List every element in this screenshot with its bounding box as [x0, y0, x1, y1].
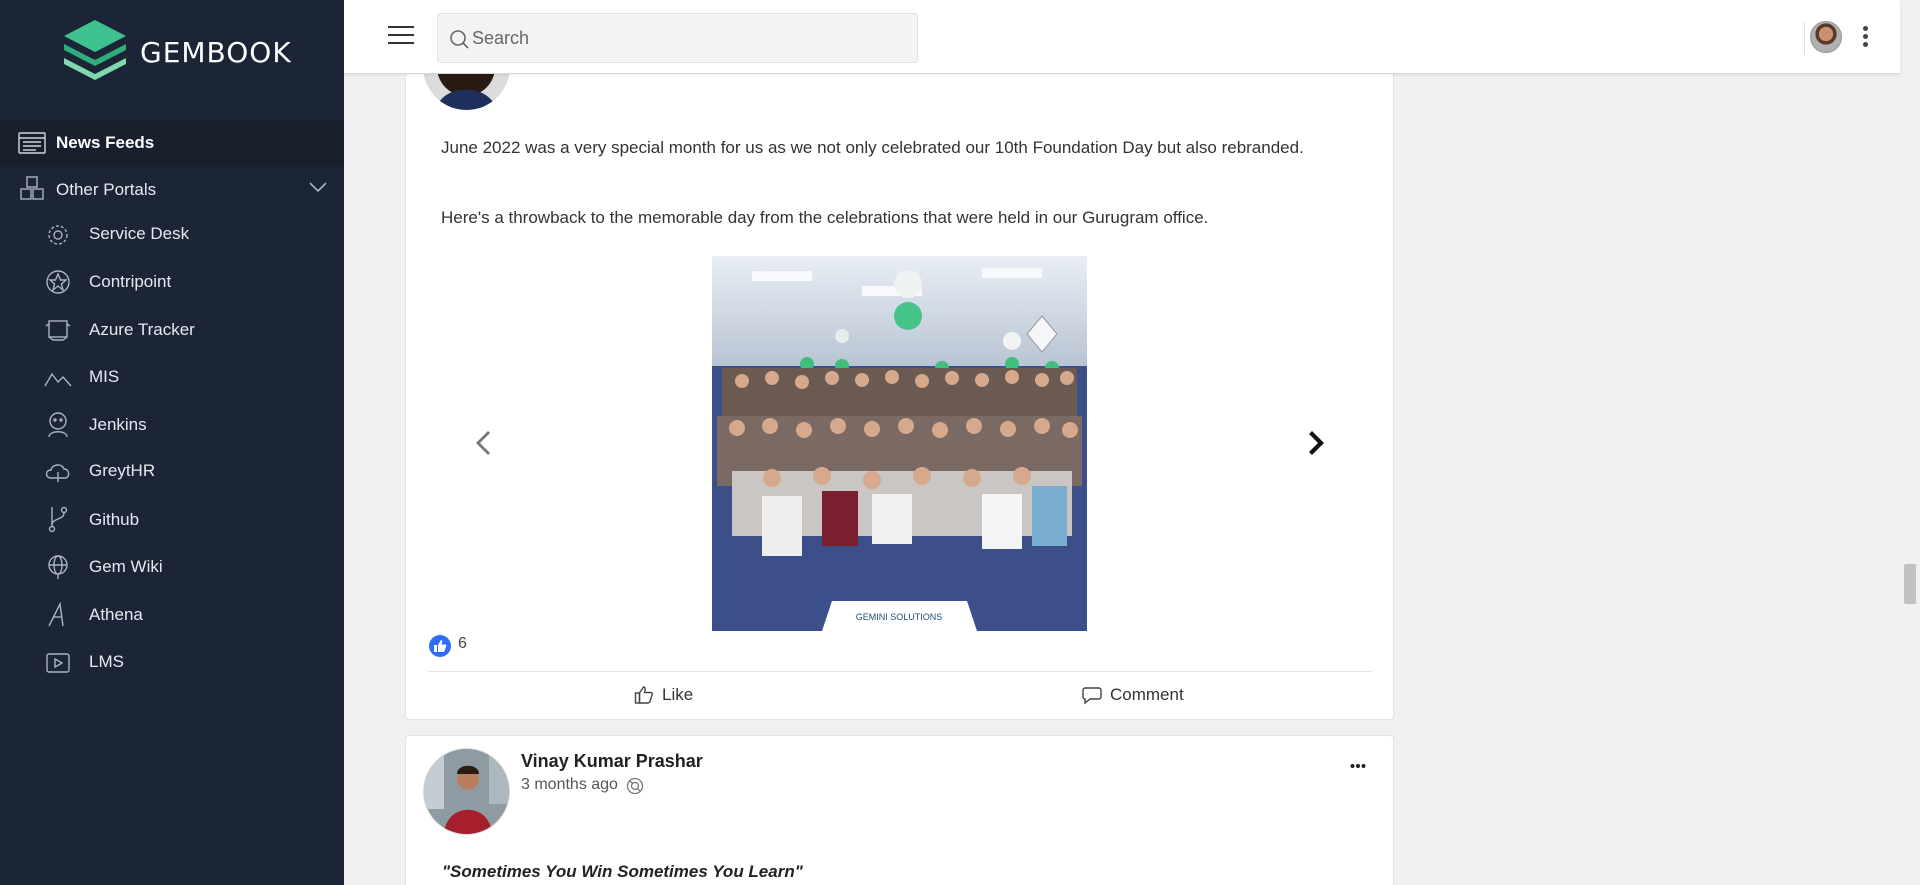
header-divider — [1804, 22, 1805, 54]
greythr-icon — [44, 458, 72, 486]
public-visibility-icon — [626, 777, 644, 800]
sidebar-item-label: Azure Tracker — [89, 320, 195, 339]
like-button[interactable]: Like — [634, 683, 693, 707]
sidebar-item-label: MIS — [89, 367, 120, 386]
sidebar-item-contripoint[interactable]: Contripoint — [0, 258, 344, 305]
mis-icon — [44, 365, 72, 393]
sidebar-item-label: Other Portals — [56, 180, 157, 199]
like-label: Like — [662, 685, 694, 704]
sidebar-item-label: Jenkins — [89, 415, 147, 434]
sidebar-item-jenkins[interactable]: Jenkins — [0, 401, 344, 448]
like-reaction-icon[interactable] — [429, 635, 451, 657]
chevron-down-icon[interactable] — [308, 180, 328, 198]
top-bar — [344, 0, 1900, 74]
sidebar-item-athena[interactable]: Athena — [0, 591, 344, 638]
comment-label: Comment — [1110, 685, 1184, 704]
sidebar-item-gem-wiki[interactable]: Gem Wiki — [0, 543, 344, 590]
sidebar-item-github[interactable]: Github — [0, 496, 344, 543]
post-more-options-icon[interactable] — [1350, 756, 1366, 774]
comment-button[interactable]: Comment — [1082, 683, 1184, 707]
sidebar-item-label: Service Desk — [89, 224, 190, 243]
sidebar-item-lms[interactable]: LMS — [0, 638, 344, 685]
scrollbar-thumb[interactable] — [1904, 564, 1916, 604]
gem-wiki-icon — [44, 553, 72, 581]
brand-name: GEMBOOK — [140, 35, 292, 69]
portals-icon — [18, 174, 46, 202]
jenkins-icon — [44, 410, 72, 438]
sidebar-item-service-desk[interactable]: Service Desk — [0, 211, 344, 258]
hamburger-menu-icon[interactable] — [388, 24, 414, 46]
more-options-icon[interactable] — [1861, 26, 1869, 50]
post-text-paragraph: June 2022 was a very special month for u… — [441, 138, 1304, 157]
author-name[interactable]: Vinay Kumar Prashar — [521, 751, 703, 772]
sidebar-item-label: Github — [89, 510, 140, 529]
post-timestamp: 3 months ago — [521, 776, 618, 793]
search-input[interactable] — [472, 14, 902, 62]
search-box — [437, 13, 918, 63]
post-photo[interactable]: GEMINI SOLUTIONS — [712, 256, 1087, 631]
sidebar-item-label: News Feeds — [56, 133, 155, 152]
comment-icon — [1082, 687, 1102, 705]
sidebar-item-label: GreytHR — [89, 461, 156, 480]
sidebar-item-mis[interactable]: MIS — [0, 353, 344, 400]
contripoint-icon — [44, 268, 72, 296]
azure-tracker-icon — [44, 316, 72, 344]
sidebar-item-label: Athena — [89, 605, 143, 624]
chevron-right-icon — [1309, 431, 1324, 455]
brand-logo[interactable]: GEMBOOK — [60, 18, 292, 86]
athena-icon — [44, 601, 72, 629]
chevron-left-icon — [476, 431, 490, 455]
sidebar-item-greythr[interactable]: GreytHR — [0, 448, 344, 495]
page-scrollbar[interactable] — [1900, 0, 1920, 885]
carousel-next-button[interactable] — [1306, 428, 1330, 458]
sidebar-item-other-portals[interactable]: Other Portals — [0, 166, 344, 213]
post-text-paragraph: Here's a throwback to the memorable day … — [441, 208, 1209, 227]
sidebar: GEMBOOK News Feeds Other Portals Service… — [0, 0, 344, 885]
sidebar-item-news-feeds[interactable]: News Feeds — [0, 120, 344, 167]
post-divider — [428, 671, 1372, 672]
service-desk-icon — [44, 221, 72, 249]
logo-icon — [60, 18, 130, 86]
thumbs-up-icon — [634, 686, 653, 704]
news-feed-icon — [18, 129, 46, 157]
carousel-prev-button[interactable] — [470, 428, 494, 458]
post-text-quote: "Sometimes You Win Sometimes You Learn" — [442, 862, 803, 881]
photo-logo-text: GEMINI SOLUTIONS — [856, 612, 943, 622]
like-count[interactable]: 6 — [458, 635, 467, 653]
sidebar-item-label: LMS — [89, 652, 124, 671]
lms-icon — [44, 649, 72, 677]
sidebar-item-label: Gem Wiki — [89, 557, 163, 576]
github-icon — [44, 505, 72, 533]
sidebar-item-azure-tracker[interactable]: Azure Tracker — [0, 306, 344, 353]
sidebar-item-label: Contripoint — [89, 272, 172, 291]
author-avatar[interactable] — [423, 748, 510, 835]
user-avatar[interactable] — [1810, 21, 1842, 53]
search-icon — [450, 30, 469, 49]
